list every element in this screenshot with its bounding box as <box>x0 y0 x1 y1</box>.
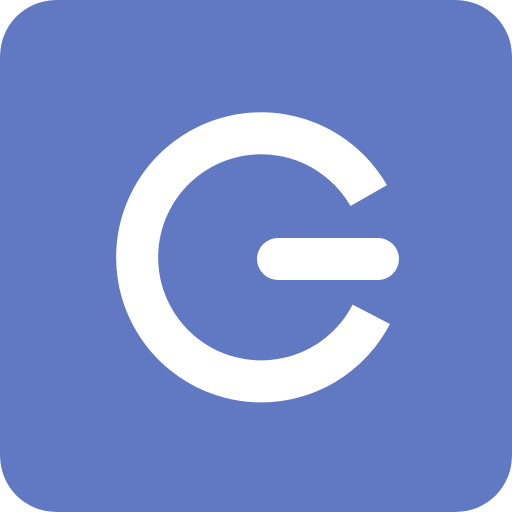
app-icon-tile[interactable] <box>0 0 512 512</box>
icon-background <box>0 0 512 512</box>
power-icon <box>0 0 512 512</box>
